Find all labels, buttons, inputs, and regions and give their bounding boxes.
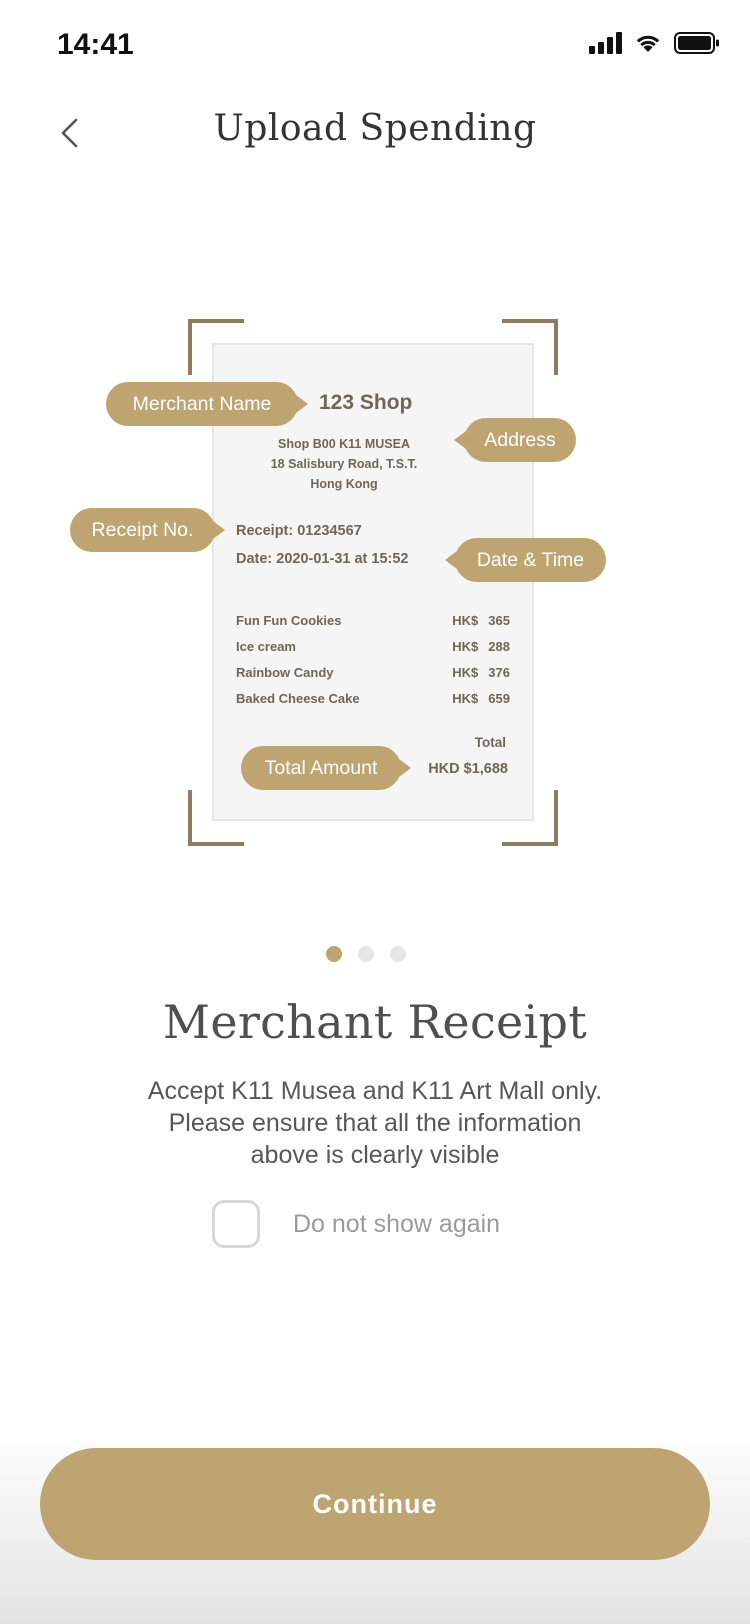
receipt-address-line: Shop B00 K11 MUSEA (278, 437, 410, 451)
receipt-item-name: Ice cream (236, 638, 296, 654)
receipt-items: Fun Fun Cookies HK$ 365 Ice cream HK$ 288 … (236, 607, 510, 711)
scan-frame-corner (188, 790, 244, 846)
page-title: Upload Spending (213, 108, 537, 149)
receipt-total-amount: HKD $1,688 (428, 761, 508, 777)
receipt-item-amount: 376 (488, 664, 510, 680)
receipt-address-line: Hong Kong (310, 477, 378, 491)
scan-frame-corner (502, 790, 558, 846)
receipt-item: Rainbow Candy HK$ 376 (236, 659, 510, 685)
receipt-item-currency: HK$ (452, 664, 479, 680)
tag-address: Address (454, 418, 576, 462)
receipt-date: Date: 2020-01-31 at 15:52 (236, 551, 409, 567)
tag-date-time: Date & Time (445, 538, 606, 582)
page-dot[interactable] (390, 946, 406, 962)
receipt-item-amount: 288 (488, 638, 510, 654)
wifi-icon (636, 35, 660, 52)
do-not-show-again-option[interactable]: Do not show again (212, 1200, 500, 1248)
receipt-item: Ice cream HK$ 288 (236, 633, 510, 659)
receipt-item-amount: 659 (488, 690, 510, 706)
do-not-show-again-label: Do not show again (293, 1209, 501, 1238)
tag-receipt-no: Receipt No. (70, 508, 225, 552)
receipt-item-name: Fun Fun Cookies (236, 612, 342, 628)
page-dot[interactable] (358, 946, 374, 962)
page-indicator (326, 946, 406, 962)
receipt-address: Shop B00 K11 MUSEA 18 Salisbury Road, T.… (214, 434, 474, 494)
receipt-item-currency: HK$ (452, 612, 479, 628)
instruction-line: Accept K11 Musea and K11 Art Mall only. (147, 1077, 603, 1105)
scan-frame-corner (188, 319, 244, 375)
battery-icon (674, 32, 719, 54)
instruction-text: Accept K11 Musea and K11 Art Mall only. … (100, 1075, 650, 1171)
continue-button[interactable]: Continue (40, 1448, 710, 1560)
tag-total-amount: Total Amount (241, 746, 411, 790)
receipt-item-currency: HK$ (452, 638, 479, 654)
tag-merchant-name: Merchant Name (106, 382, 308, 426)
scan-frame-corner (502, 319, 558, 375)
status-time: 14:41 (57, 28, 134, 61)
receipt-shop-name: 123 Shop (319, 391, 413, 414)
receipt-address-line: 18 Salisbury Road, T.S.T. (270, 457, 418, 471)
receipt-item-name: Baked Cheese Cake (236, 690, 360, 706)
receipt-item-name: Rainbow Candy (236, 664, 334, 680)
section-heading: Merchant Receipt (162, 995, 588, 1049)
receipt-item: Fun Fun Cookies HK$ 365 (236, 607, 510, 633)
receipt-item-amount: 365 (488, 612, 510, 628)
instruction-line: Please ensure that all the information (168, 1109, 582, 1137)
instruction-line: above is clearly visible (250, 1141, 500, 1169)
status-icons (589, 32, 720, 54)
do-not-show-again-checkbox[interactable] (212, 1200, 260, 1248)
page-dot-active[interactable] (326, 946, 342, 962)
receipt-number: Receipt: 01234567 (236, 523, 362, 539)
receipt-total-label: Total (474, 735, 506, 750)
cellular-signal-icon (589, 32, 622, 54)
receipt-item-currency: HK$ (452, 690, 479, 706)
receipt-item: Baked Cheese Cake HK$ 659 (236, 685, 510, 711)
